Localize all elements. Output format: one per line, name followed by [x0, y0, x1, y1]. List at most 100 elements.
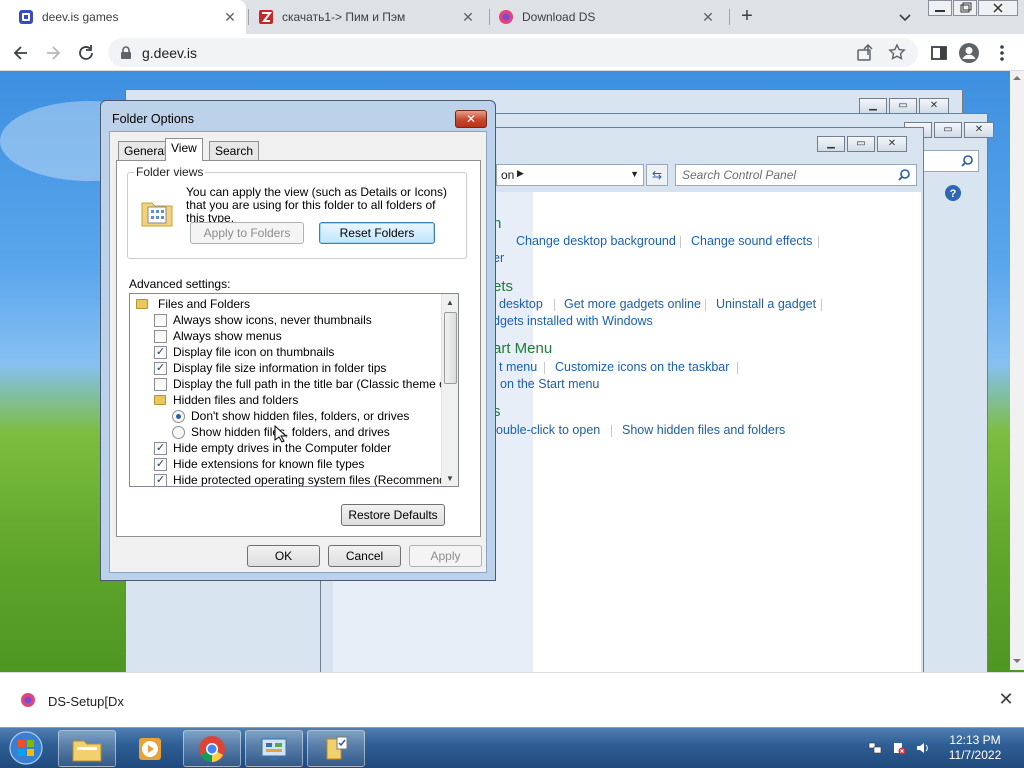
checkbox-checked[interactable]: ✓ — [154, 361, 167, 375]
advanced-list-scrollbar[interactable]: ▲ ▼ — [441, 294, 458, 486]
setting-checkbox-item[interactable]: Display the full path in the title bar (… — [154, 376, 458, 392]
start-orb-icon[interactable] — [4, 730, 48, 766]
setting-checkbox-item[interactable]: ✓ Hide protected operating system files … — [154, 472, 458, 486]
restore-window-button[interactable] — [953, 0, 977, 16]
restore-gadgets-link[interactable]: dgets installed with Windows — [493, 314, 653, 328]
checkbox-checked[interactable]: ✓ — [154, 441, 167, 455]
close-icon[interactable]: ✕ — [964, 122, 994, 138]
setting-checkbox-item[interactable]: Always show icons, never thumbnails — [154, 312, 372, 328]
side-panel-icon[interactable] — [928, 42, 950, 64]
dropdown-arrow-icon[interactable]: ▼ — [630, 169, 639, 179]
checkbox-checked[interactable]: ✓ — [154, 457, 167, 471]
setting-checkbox-item[interactable]: Always show menus — [154, 328, 282, 344]
taskbar-folder-options-icon[interactable] — [307, 730, 365, 767]
uninstall-a-gadget-link[interactable]: Uninstall a gadget — [716, 297, 816, 311]
show-hidden-files-link[interactable]: Show hidden files and folders — [622, 423, 785, 437]
setting-checkbox-item[interactable]: ✓ Hide extensions for known file types — [154, 456, 364, 472]
tab-close-icon[interactable]: ✕ — [700, 9, 716, 25]
tab-deevis-games[interactable]: deev.is games ✕ — [0, 0, 246, 34]
ok-button[interactable]: OK — [247, 545, 320, 567]
minimize-icon[interactable]: ▁ — [817, 136, 845, 152]
search-box[interactable] — [921, 150, 979, 172]
double-click-to-open-link[interactable]: ouble-click to open — [496, 423, 600, 437]
gadgets-desktop-link[interactable]: desktop — [499, 297, 543, 311]
close-icon[interactable]: ✕ — [877, 136, 907, 152]
change-sound-effects-link[interactable]: Change sound effects — [691, 234, 812, 248]
action-center-alert-icon[interactable] — [892, 741, 906, 755]
folder-options-dialog[interactable]: Folder Options ✕ General View Search Fol… — [100, 100, 496, 581]
maximize-icon[interactable]: ▭ — [934, 122, 962, 138]
apply-button[interactable]: Apply — [409, 545, 482, 567]
close-download-bar-icon[interactable]: ✕ — [996, 689, 1016, 709]
taskbar-clock[interactable]: 12:13 PM 11/7/2022 — [936, 733, 1014, 763]
scroll-down-arrow-icon[interactable]: ▼ — [446, 474, 454, 483]
scroll-up-arrow-icon[interactable]: ▲ — [446, 298, 454, 307]
checkbox-unchecked[interactable] — [154, 377, 167, 391]
tab-close-icon[interactable]: ✕ — [222, 9, 238, 25]
setting-label: Always show icons, never thumbnails — [173, 313, 372, 327]
menu-kebab-icon[interactable] — [991, 42, 1013, 64]
help-icon[interactable]: ? — [944, 184, 962, 205]
taskbar-media-player-icon[interactable] — [121, 730, 179, 767]
maximize-icon[interactable]: ▭ — [889, 98, 917, 114]
tree-folder-item[interactable]: Hidden files and folders — [154, 392, 298, 408]
minimize-icon[interactable]: ▁ — [859, 98, 887, 114]
restore-defaults-button[interactable]: Restore Defaults — [341, 504, 445, 526]
taskbar-chrome-icon[interactable] — [183, 730, 241, 767]
start-menu-programs-link[interactable]: on the Start menu — [500, 377, 599, 391]
share-icon[interactable] — [856, 43, 874, 65]
checkbox-checked[interactable]: ✓ — [154, 473, 167, 486]
section-heading[interactable]: ets — [493, 278, 513, 295]
refresh-icon[interactable]: ⇆ — [646, 164, 668, 186]
setting-checkbox-item[interactable]: ✓ Hide empty drives in the Computer fold… — [154, 440, 391, 456]
taskbar-explorer-icon[interactable] — [58, 730, 116, 767]
taskbar-control-panel-icon[interactable] — [245, 730, 303, 767]
tab-search[interactable]: Search — [209, 141, 260, 160]
tab-close-icon[interactable]: ✕ — [460, 9, 476, 25]
tab-view[interactable]: View — [165, 138, 203, 161]
tab-pim-i-pem[interactable]: скачать1-> Пим и Пэм ✕ — [250, 0, 488, 34]
checkbox-checked[interactable]: ✓ — [154, 345, 167, 359]
start-menu-link[interactable]: t menu — [499, 360, 537, 374]
section-heading[interactable]: art Menu — [493, 340, 552, 357]
close-icon[interactable]: ✕ — [919, 98, 949, 114]
breadcrumb-arrow-icon[interactable]: ▶ — [517, 168, 524, 179]
tab-download-ds[interactable]: Download DS ✕ — [492, 0, 728, 34]
lock-icon[interactable] — [120, 46, 132, 63]
radio-selected[interactable] — [172, 409, 185, 423]
setting-radio-item[interactable]: Don't show hidden files, folders, or dri… — [172, 408, 409, 424]
maximize-icon[interactable]: ▭ — [847, 136, 875, 152]
cancel-button[interactable]: Cancel — [328, 545, 401, 567]
setting-checkbox-item[interactable]: ✓ Display file size information in folde… — [154, 360, 386, 376]
bookmark-star-icon[interactable] — [888, 43, 906, 64]
minimize-window-button[interactable] — [928, 0, 952, 16]
dialog-close-button[interactable]: ✕ — [455, 110, 487, 128]
scrollbar-thumb[interactable] — [444, 312, 457, 384]
volume-icon[interactable] — [916, 741, 930, 755]
download-item[interactable]: DS-Setup[Dx — [20, 692, 124, 711]
checkbox-unchecked[interactable] — [154, 313, 167, 327]
reload-icon[interactable] — [75, 42, 97, 64]
close-window-button[interactable] — [978, 0, 1018, 16]
reset-folders-button[interactable]: Reset Folders — [319, 222, 435, 244]
network-icon[interactable] — [868, 741, 882, 755]
page-scrollbar[interactable] — [1010, 71, 1024, 670]
get-more-gadgets-online-link[interactable]: Get more gadgets online — [564, 297, 701, 311]
tab-search-chevron-icon[interactable] — [896, 8, 914, 26]
address-breadcrumb[interactable]: on ▶ ▼ — [496, 164, 644, 186]
customize-icons-taskbar-link[interactable]: Customize icons on the taskbar — [555, 360, 729, 374]
tree-folder-item[interactable]: Files and Folders — [136, 296, 250, 312]
apply-to-folders-button[interactable]: Apply to Folders — [190, 222, 304, 244]
checkbox-unchecked[interactable] — [154, 329, 167, 343]
profile-avatar-icon[interactable] — [958, 42, 980, 64]
search-control-panel-input[interactable]: Search Control Panel — [675, 164, 917, 186]
address-bar[interactable]: g.deev.is — [108, 38, 918, 67]
url-text[interactable]: g.deev.is — [142, 45, 197, 61]
setting-checkbox-item[interactable]: ✓ Display file icon on thumbnails — [154, 344, 334, 360]
new-tab-button[interactable]: + — [736, 6, 758, 28]
forward-arrow-icon[interactable] — [42, 42, 64, 64]
advanced-settings-list[interactable]: Files and Folders Always show icons, nev… — [129, 293, 459, 487]
change-desktop-background-link[interactable]: Change desktop background — [516, 234, 676, 248]
radio-unselected[interactable] — [172, 425, 185, 439]
back-arrow-icon[interactable] — [10, 42, 32, 64]
